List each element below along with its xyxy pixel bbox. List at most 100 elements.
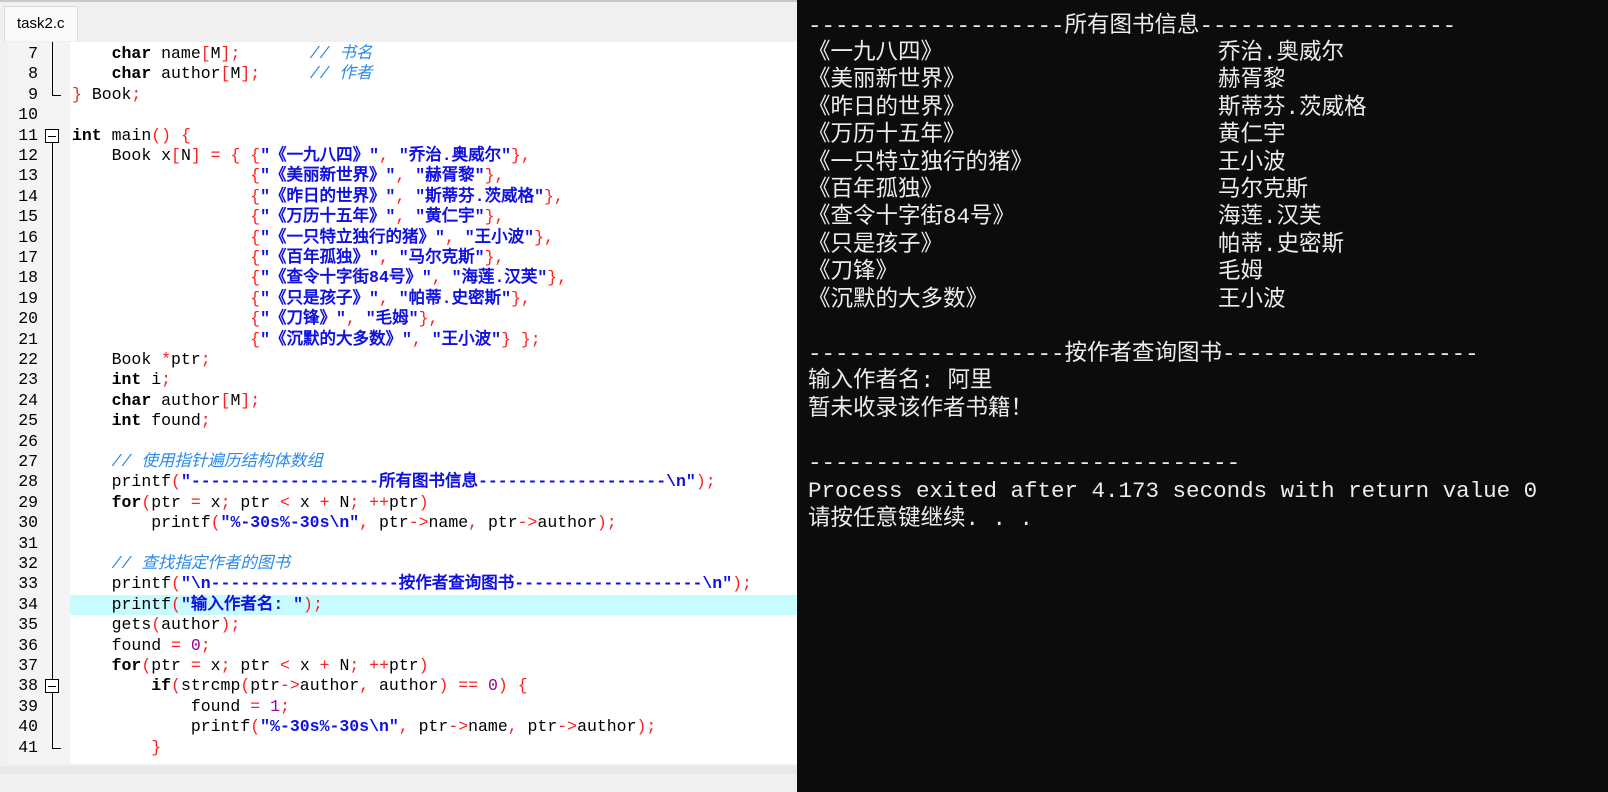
- line-number: 34: [18, 594, 38, 614]
- code-line[interactable]: 11 int main() {: [8, 126, 797, 146]
- book-name: 《一九八四》: [808, 40, 944, 66]
- code-line[interactable]: 10: [8, 105, 797, 125]
- code-line[interactable]: 32 // 查找指定作者的图书: [8, 554, 797, 574]
- code-line[interactable]: 28 printf("-------------------所有图书信息----…: [8, 472, 797, 492]
- code-line[interactable]: 7 char name[M]; // 书名: [8, 44, 797, 64]
- console-book-row: 《一九八四》 乔治.奥威尔: [808, 40, 1344, 67]
- fold-guide: [52, 135, 53, 748]
- line-number: 17: [18, 248, 38, 267]
- code-line[interactable]: 30 printf("%-30s%-30s\n", ptr->name, ptr…: [8, 513, 797, 533]
- code-line[interactable]: 40 printf("%-30s%-30s\n", ptr->name, ptr…: [8, 717, 797, 737]
- code-line[interactable]: 26: [8, 432, 797, 452]
- code-line[interactable]: 8 char author[M]; // 作者: [8, 64, 797, 84]
- book-name: 《美丽新世界》: [808, 67, 966, 94]
- code-line[interactable]: 18 {"《查令十字街84号》", "海莲.汉芙"},: [8, 268, 797, 288]
- code-line[interactable]: 12 Book x[N] = { {"《一九八四》", "乔治.奥威尔"},: [8, 146, 797, 166]
- code-line[interactable]: 39 found = 1;: [8, 697, 797, 717]
- line-number: 14: [18, 186, 38, 206]
- code-line[interactable]: 14 {"《昨日的世界》", "斯蒂芬.茨威格"},: [8, 187, 797, 207]
- code-text: int i;: [111, 370, 172, 390]
- code-text: {"《昨日的世界》", "斯蒂芬.茨威格"},: [250, 186, 564, 206]
- code-text: int main() {: [72, 125, 191, 145]
- code-line[interactable]: 17 {"《百年孤独》", "马尔克斯"},: [8, 248, 797, 268]
- line-number: 25: [18, 411, 38, 431]
- code-text: for(ptr = x; ptr < x + N; ++ptr): [111, 492, 429, 512]
- fold-collapse-icon[interactable]: [45, 679, 59, 694]
- code-line[interactable]: 36 found = 0;: [8, 636, 797, 656]
- code-line[interactable]: 35 gets(author);: [8, 615, 797, 635]
- book-author: 王小波: [1218, 286, 1286, 313]
- console-book-row: 《百年孤独》 马尔克斯: [808, 177, 1308, 204]
- code-line[interactable]: 38 if(strcmp(ptr->author, author) == 0) …: [8, 676, 797, 696]
- code-line[interactable]: 19 {"《只是孩子》", "帕蒂.史密斯"},: [8, 289, 797, 309]
- code-text: {"《万历十五年》", "黄仁宇"},: [250, 207, 505, 227]
- fold-guide: [52, 42, 53, 95]
- code-text: char name[M]; // 书名: [111, 44, 373, 63]
- code-text: found = 1;: [190, 696, 290, 716]
- code-line[interactable]: 15 {"《万历十五年》", "黄仁宇"},: [8, 207, 797, 227]
- code-text: gets(author);: [111, 615, 241, 635]
- code-line[interactable]: 13 {"《美丽新世界》", "赫胥黎"},: [8, 166, 797, 186]
- line-number: 11: [18, 125, 38, 145]
- code-line[interactable]: 22 Book *ptr;: [8, 350, 797, 370]
- code-line[interactable]: 23 int i;: [8, 370, 797, 390]
- book-name: 《万历十五年》: [808, 122, 966, 149]
- code-line[interactable]: 21 {"《沉默的大多数》", "王小波"} };: [8, 330, 797, 350]
- line-number: 18: [18, 268, 38, 288]
- line-number: 40: [18, 717, 38, 737]
- line-number: 38: [18, 676, 38, 696]
- line-number: 16: [18, 227, 38, 247]
- line-number: 26: [18, 431, 38, 451]
- console-not-found: 暂未收录该作者书籍！: [808, 396, 1034, 422]
- line-number: 33: [18, 574, 38, 594]
- code-area[interactable]: 7 char name[M]; // 书名 8 char author[M]; /…: [8, 42, 797, 764]
- console-book-row: 《查令十字街84号》 海莲.汉芙: [808, 204, 1322, 231]
- tab-task2-c[interactable]: task2.c: [4, 6, 78, 41]
- code-editor: task2.c 7 char name[M]; // 书名 8 char auth…: [0, 0, 797, 792]
- line-number: 41: [18, 737, 38, 757]
- line-number: 23: [18, 370, 38, 390]
- line-number: 19: [18, 288, 38, 308]
- code-text: int found;: [111, 411, 211, 431]
- book-author: 帕蒂.史密斯: [1218, 231, 1345, 258]
- code-text: {"《沉默的大多数》", "王小波"} };: [250, 329, 541, 349]
- horizontal-scrollbar[interactable]: [0, 766, 797, 774]
- line-number: 32: [18, 554, 38, 573]
- code-line[interactable]: 29 for(ptr = x; ptr < x + N; ++ptr): [8, 493, 797, 513]
- book-author: 马尔克斯: [1218, 177, 1309, 203]
- code-text: {"《刀锋》", "毛姆"},: [250, 309, 439, 329]
- console-exit-message: Process exited after 4.173 seconds with …: [808, 478, 1538, 504]
- line-number: 27: [18, 452, 38, 471]
- code-line[interactable]: 24 char author[M];: [8, 391, 797, 411]
- book-name: 《昨日的世界》: [808, 94, 966, 121]
- fold-collapse-icon[interactable]: [45, 128, 59, 143]
- code-line[interactable]: 27 // 使用指针遍历结构体数组: [8, 452, 797, 472]
- code-line[interactable]: 37 for(ptr = x; ptr < x + N; ++ptr): [8, 656, 797, 676]
- console-book-row: 《昨日的世界》 斯蒂芬.茨威格: [808, 95, 1367, 122]
- line-number: 22: [18, 350, 38, 369]
- book-author: 乔治.奥威尔: [1218, 40, 1345, 66]
- code-line[interactable]: 41 }: [8, 738, 797, 758]
- book-author: 王小波: [1218, 149, 1286, 176]
- book-name: 《一只特立独行的猪》: [808, 149, 1034, 176]
- code-text: } Book;: [72, 84, 142, 104]
- line-number: 13: [18, 166, 38, 186]
- code-text: }: [151, 737, 162, 757]
- line-number: 37: [18, 656, 38, 675]
- code-line[interactable]: 20 {"《刀锋》", "毛姆"},: [8, 309, 797, 329]
- code-text: // 查找指定作者的图书: [111, 554, 290, 573]
- code-line[interactable]: 16 {"《一只特立独行的猪》", "王小波"},: [8, 228, 797, 248]
- line-number: 39: [18, 696, 38, 716]
- code-line[interactable]: 33 printf("\n-------------------按作者查询图书-…: [8, 574, 797, 594]
- line-number: 15: [18, 207, 38, 227]
- book-author: 海莲.汉芙: [1218, 204, 1322, 231]
- code-line[interactable]: 34 printf("输入作者名: ");: [8, 594, 797, 616]
- console-book-row: 《只是孩子》 帕蒂.史密斯: [808, 232, 1344, 259]
- line-number: 10: [18, 105, 38, 125]
- code-line[interactable]: 25 int found;: [8, 411, 797, 431]
- code-line[interactable]: 31: [8, 534, 797, 554]
- code-text: printf("输入作者名: ");: [70, 594, 797, 616]
- code-line[interactable]: 9} Book;: [8, 85, 797, 105]
